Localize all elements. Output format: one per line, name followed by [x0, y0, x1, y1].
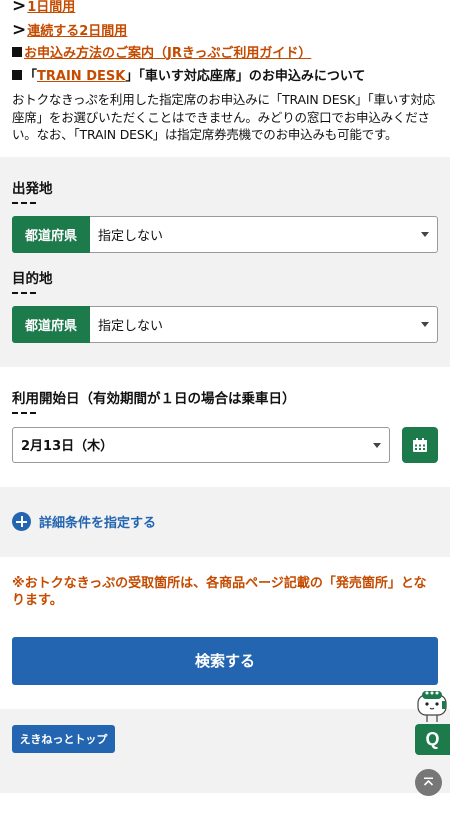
- chevron-right-icon: >: [12, 0, 27, 16]
- dropdown-caret-icon: [373, 442, 381, 448]
- square-bullet-icon: [12, 70, 22, 80]
- departure-label: 出発地: [12, 179, 438, 204]
- detail-conditions-toggle[interactable]: 詳細条件を指定する: [0, 486, 450, 557]
- nav-guide: お申込み方法のご案内（JRきっぷご利用ガイド）: [12, 42, 438, 66]
- start-date-value: 2月13日（木）: [21, 439, 114, 454]
- footer: えきねっとトップ: [0, 708, 450, 793]
- train-desk-description: おトクなきっぷを利用した指定席のお申込みに「TRAIN DESK」「車いす対応座…: [12, 92, 435, 142]
- train-desk-suffix: 」「車いす対応座席」のお申込みについて: [125, 69, 366, 84]
- train-desk-link[interactable]: TRAIN DESK: [37, 69, 125, 84]
- detail-conditions-label: 詳細条件を指定する: [39, 516, 157, 531]
- scroll-to-top-button[interactable]: [415, 769, 442, 796]
- start-date-label: 利用開始日（有効期間が１日の場合は乗車日）: [12, 389, 438, 414]
- location-panel: 出発地 都道府県 指定しない 目的地 都道府県 指定しない: [0, 156, 450, 367]
- departure-select-value: 指定しない: [98, 228, 164, 244]
- destination-select-row: 都道府県 指定しない: [12, 305, 438, 343]
- calendar-icon: [413, 437, 427, 452]
- departure-select[interactable]: 指定しない: [90, 215, 438, 253]
- train-desk-heading: 「TRAIN DESK」「車いす対応座席」のお申込みについて: [12, 66, 438, 88]
- one-day-link[interactable]: 1日間用: [27, 0, 75, 15]
- nav-one-day: >1日間用: [12, 0, 438, 18]
- train-desk-prefix: 「: [24, 69, 38, 84]
- arrow-up-icon: [423, 777, 434, 786]
- chevron-right-icon: >: [12, 20, 27, 40]
- departure-prefecture-badge: 都道府県: [12, 215, 90, 253]
- dropdown-caret-icon: [421, 322, 429, 327]
- plus-circle-icon: [12, 512, 31, 531]
- intro-section: >1日間用 >連続する2日間用 お申込み方法のご案内（JRきっぷご利用ガイド） …: [0, 0, 450, 144]
- departure-select-row: 都道府県 指定しない: [12, 215, 438, 253]
- date-row: 2月13日（木）: [12, 426, 438, 463]
- help-widget[interactable]: Q: [413, 689, 450, 755]
- dropdown-caret-icon: [421, 232, 429, 237]
- date-section: 利用開始日（有効期間が１日の場合は乗車日） 2月13日（木）: [0, 366, 450, 487]
- destination-select-value: 指定しない: [98, 318, 164, 334]
- pickup-notice: ※おトクなきっぷの受取箇所は、各商品ページ記載の「発売箇所」となります。: [12, 575, 427, 608]
- square-bullet-icon: [12, 47, 22, 57]
- help-q-button: Q: [415, 724, 450, 755]
- robot-mascot-icon: [417, 691, 447, 722]
- ekinet-top-link[interactable]: えきねっとトップ: [12, 724, 115, 753]
- nav-two-day: >連続する2日間用: [12, 18, 438, 42]
- calendar-button[interactable]: [402, 426, 438, 463]
- destination-select[interactable]: 指定しない: [90, 305, 438, 343]
- search-button[interactable]: 検索する: [12, 636, 438, 685]
- two-day-link[interactable]: 連続する2日間用: [27, 24, 127, 39]
- destination-prefecture-badge: 都道府県: [12, 305, 90, 343]
- start-date-select[interactable]: 2月13日（木）: [12, 426, 390, 463]
- search-wrap: 検索する: [0, 636, 450, 685]
- guide-link[interactable]: お申込み方法のご案内（JRきっぷご利用ガイド）: [24, 46, 311, 61]
- destination-label: 目的地: [12, 269, 438, 294]
